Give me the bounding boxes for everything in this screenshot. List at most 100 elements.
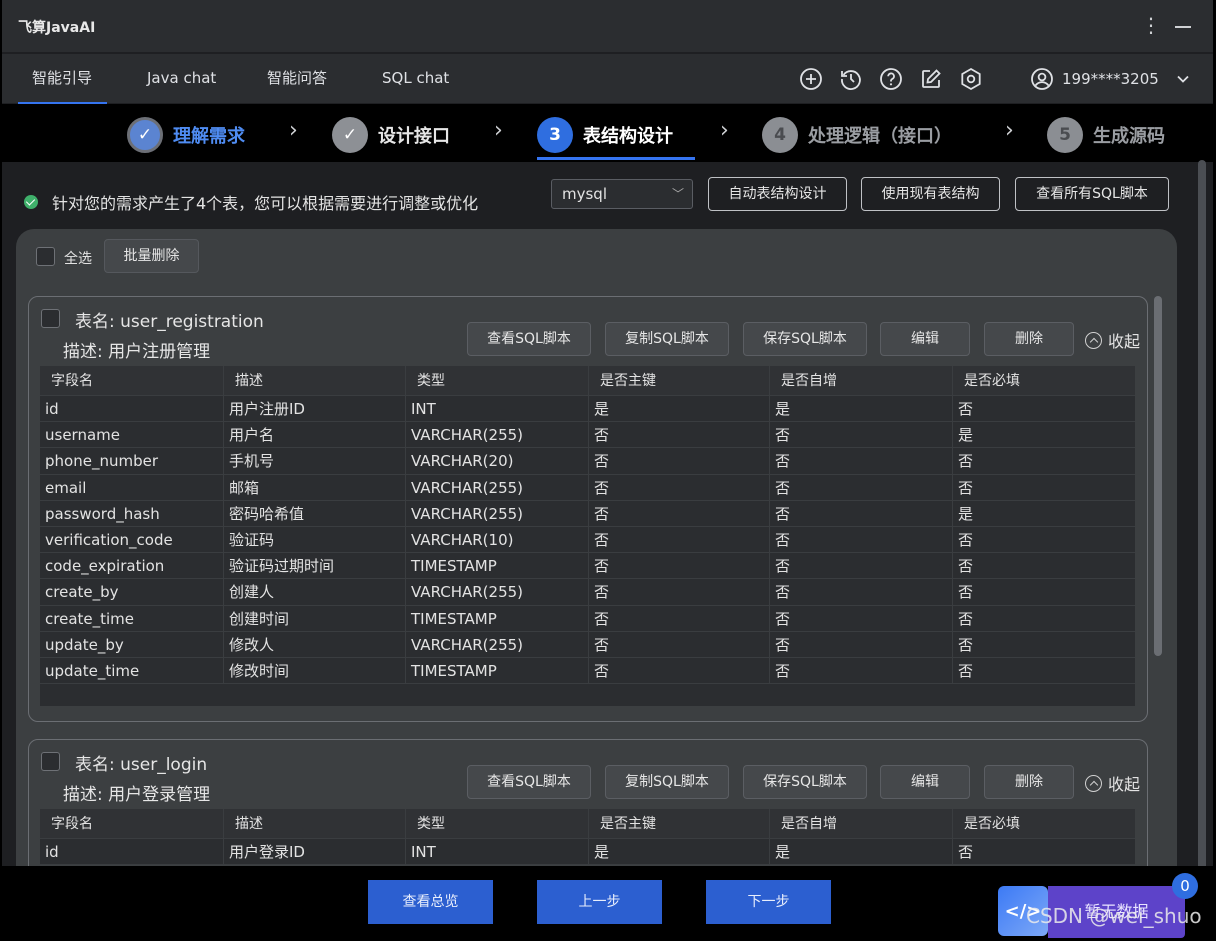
history-icon[interactable] (839, 67, 863, 91)
table-row: username 用户名 VARCHAR(255) 否否是 (40, 422, 1135, 449)
table-row: id 用户注册ID INT 是是否 (40, 396, 1135, 423)
table-cell: 否 (770, 448, 953, 474)
column-header: 是否必填 (964, 373, 1020, 389)
table-list-panel: 全选 批量删除 表名: user_registration 描述: 用户注册管理… (16, 229, 1177, 866)
tab-smart-guide[interactable]: 智能引导 (18, 54, 107, 104)
column-header: 是否主键 (589, 809, 770, 838)
step-generate-source[interactable]: 5 生成源码 (1047, 112, 1165, 158)
view-all-sql-button[interactable]: 查看所有SQL脚本 (1015, 177, 1169, 211)
tab-sql-chat[interactable]: SQL chat (382, 54, 449, 104)
more-options-icon[interactable]: ⋮ (1141, 12, 1161, 38)
table-cell: 否 (770, 579, 953, 605)
info-message: 针对您的需求产生了4个表，您可以根据需要进行调整或优化 (24, 190, 478, 214)
chevron-right-icon: › (1005, 118, 1014, 143)
table-name: 表名: user_registration (75, 312, 264, 332)
table-cell: 否 (589, 422, 770, 448)
minimize-icon[interactable] (1175, 26, 1191, 28)
select-all-label: 全选 (64, 251, 92, 267)
tab-java-chat[interactable]: Java chat (147, 54, 216, 104)
step-understand-requirements[interactable]: ✓ 理解需求 (127, 112, 245, 158)
table-row: password_hash 密码哈希值 VARCHAR(255) 否否是 (40, 500, 1135, 527)
prev-step-button[interactable]: 上一步 (537, 880, 662, 924)
table-cell: 用户登录ID (224, 839, 406, 865)
table-cell: 修改时间 (224, 657, 406, 684)
overview-button[interactable]: 查看总览 (368, 880, 493, 924)
collapse-toggle[interactable]: 收起 (1085, 328, 1140, 352)
table-header-row: 字段名 描述 类型 是否主键 是否自增 是否必填 (40, 366, 1135, 396)
fields-table: 字段名 描述 类型 是否主键 是否自增 是否必填 id 用户注册ID INT 是是否 u… (40, 366, 1135, 707)
inner-scrollbar[interactable] (1154, 296, 1162, 656)
delete-button[interactable]: 删除 (984, 765, 1074, 799)
info-text: 针对您的需求产生了4个表，您可以根据需要进行调整或优化 (52, 194, 479, 213)
collapse-up-icon (1085, 331, 1102, 349)
column-header: 是否自增 (770, 366, 953, 395)
copy-sql-button[interactable]: 复制SQL脚本 (605, 765, 729, 799)
step-number: 3 (537, 117, 573, 153)
table-checkbox[interactable] (41, 309, 60, 328)
edit-icon[interactable] (919, 67, 943, 91)
table-cell: TIMESTAMP (406, 657, 589, 684)
table-cell: VARCHAR(20) (406, 448, 589, 474)
bulk-delete-button[interactable]: 批量删除 (104, 239, 199, 273)
table-cell: 手机号 (224, 448, 406, 474)
tab-label: 智能引导 (32, 69, 93, 87)
user-menu[interactable]: 199****3205 (1030, 67, 1191, 91)
table-cell: 否 (770, 657, 953, 684)
bottom-bar: 查看总览 上一步 下一步 暂无数据 </> 0 CSDN @wei_shuo (2, 866, 1213, 941)
table-cell: 验证码过期时间 (224, 553, 406, 579)
table-row: create_time 创建时间 TIMESTAMP 否否否 (40, 605, 1135, 632)
save-sql-button[interactable]: 保存SQL脚本 (743, 765, 867, 799)
table-cell: 否 (589, 657, 770, 684)
step-design-api[interactable]: ✓ 设计接口 (332, 112, 450, 158)
table-cell: id (40, 839, 224, 865)
column-header: 字段名 (40, 809, 224, 838)
copy-sql-button[interactable]: 复制SQL脚本 (605, 322, 729, 356)
table-cell: 否 (589, 500, 770, 526)
auto-table-design-button[interactable]: 自动表结构设计 (708, 177, 847, 211)
use-existing-tables-button[interactable]: 使用现有表结构 (861, 177, 1000, 211)
tab-smart-qa[interactable]: 智能问答 (267, 54, 327, 104)
save-sql-button[interactable]: 保存SQL脚本 (743, 322, 867, 356)
table-cell: 是 (770, 396, 953, 422)
view-sql-button[interactable]: 查看SQL脚本 (467, 322, 591, 356)
table-cell: INT (406, 396, 589, 422)
table-cell: update_time (40, 657, 224, 684)
edit-button[interactable]: 编辑 (880, 322, 970, 356)
table-description: 描述: 用户登录管理 (63, 785, 211, 805)
table-cell: verification_code (40, 526, 224, 553)
table-cell: 否 (589, 631, 770, 657)
table-cell: 否 (958, 452, 974, 471)
table-card-user-login: 表名: user_login 描述: 用户登录管理 查看SQL脚本 复制SQL脚… (28, 739, 1148, 866)
tab-label: Java chat (147, 69, 217, 87)
step-process-logic[interactable]: 4 处理逻辑（接口） (762, 112, 952, 158)
table-cell: 否 (958, 557, 974, 576)
column-header: 类型 (406, 366, 589, 395)
chevron-right-icon: › (494, 118, 503, 143)
table-cell: VARCHAR(10) (406, 526, 589, 553)
collapse-toggle[interactable]: 收起 (1085, 771, 1140, 795)
column-header: 描述 (224, 366, 406, 395)
table-cell: 是 (958, 426, 974, 445)
table-cell: 否 (770, 605, 953, 631)
next-step-button[interactable]: 下一步 (706, 880, 831, 924)
view-sql-button[interactable]: 查看SQL脚本 (467, 765, 591, 799)
table-checkbox[interactable] (41, 752, 60, 771)
column-header: 是否必填 (964, 816, 1020, 832)
step-label: 理解需求 (173, 126, 245, 147)
select-all-checkbox[interactable] (36, 247, 55, 266)
step-table-design[interactable]: 3 表结构设计 (537, 112, 673, 158)
settings-icon[interactable] (959, 67, 983, 91)
table-row: email 邮箱 VARCHAR(255) 否否否 (40, 474, 1135, 501)
db-type-select[interactable]: mysql ﹀ (551, 179, 693, 209)
delete-button[interactable]: 删除 (984, 322, 1074, 356)
fields-table: 字段名 描述 类型 是否主键 是否自增 是否必填 id 用户登录ID INT 是是否 (40, 809, 1135, 866)
help-icon[interactable] (879, 67, 903, 91)
table-row: update_time 修改时间 TIMESTAMP 否否否 (40, 657, 1135, 685)
db-type-value: mysql (562, 185, 607, 203)
table-row: phone_number 手机号 VARCHAR(20) 否否否 (40, 448, 1135, 475)
table-cell: VARCHAR(255) (406, 422, 589, 448)
table-cell: 否 (958, 530, 974, 549)
page-scrollbar[interactable] (1198, 160, 1206, 888)
add-circle-icon[interactable] (799, 67, 823, 91)
edit-button[interactable]: 编辑 (880, 765, 970, 799)
